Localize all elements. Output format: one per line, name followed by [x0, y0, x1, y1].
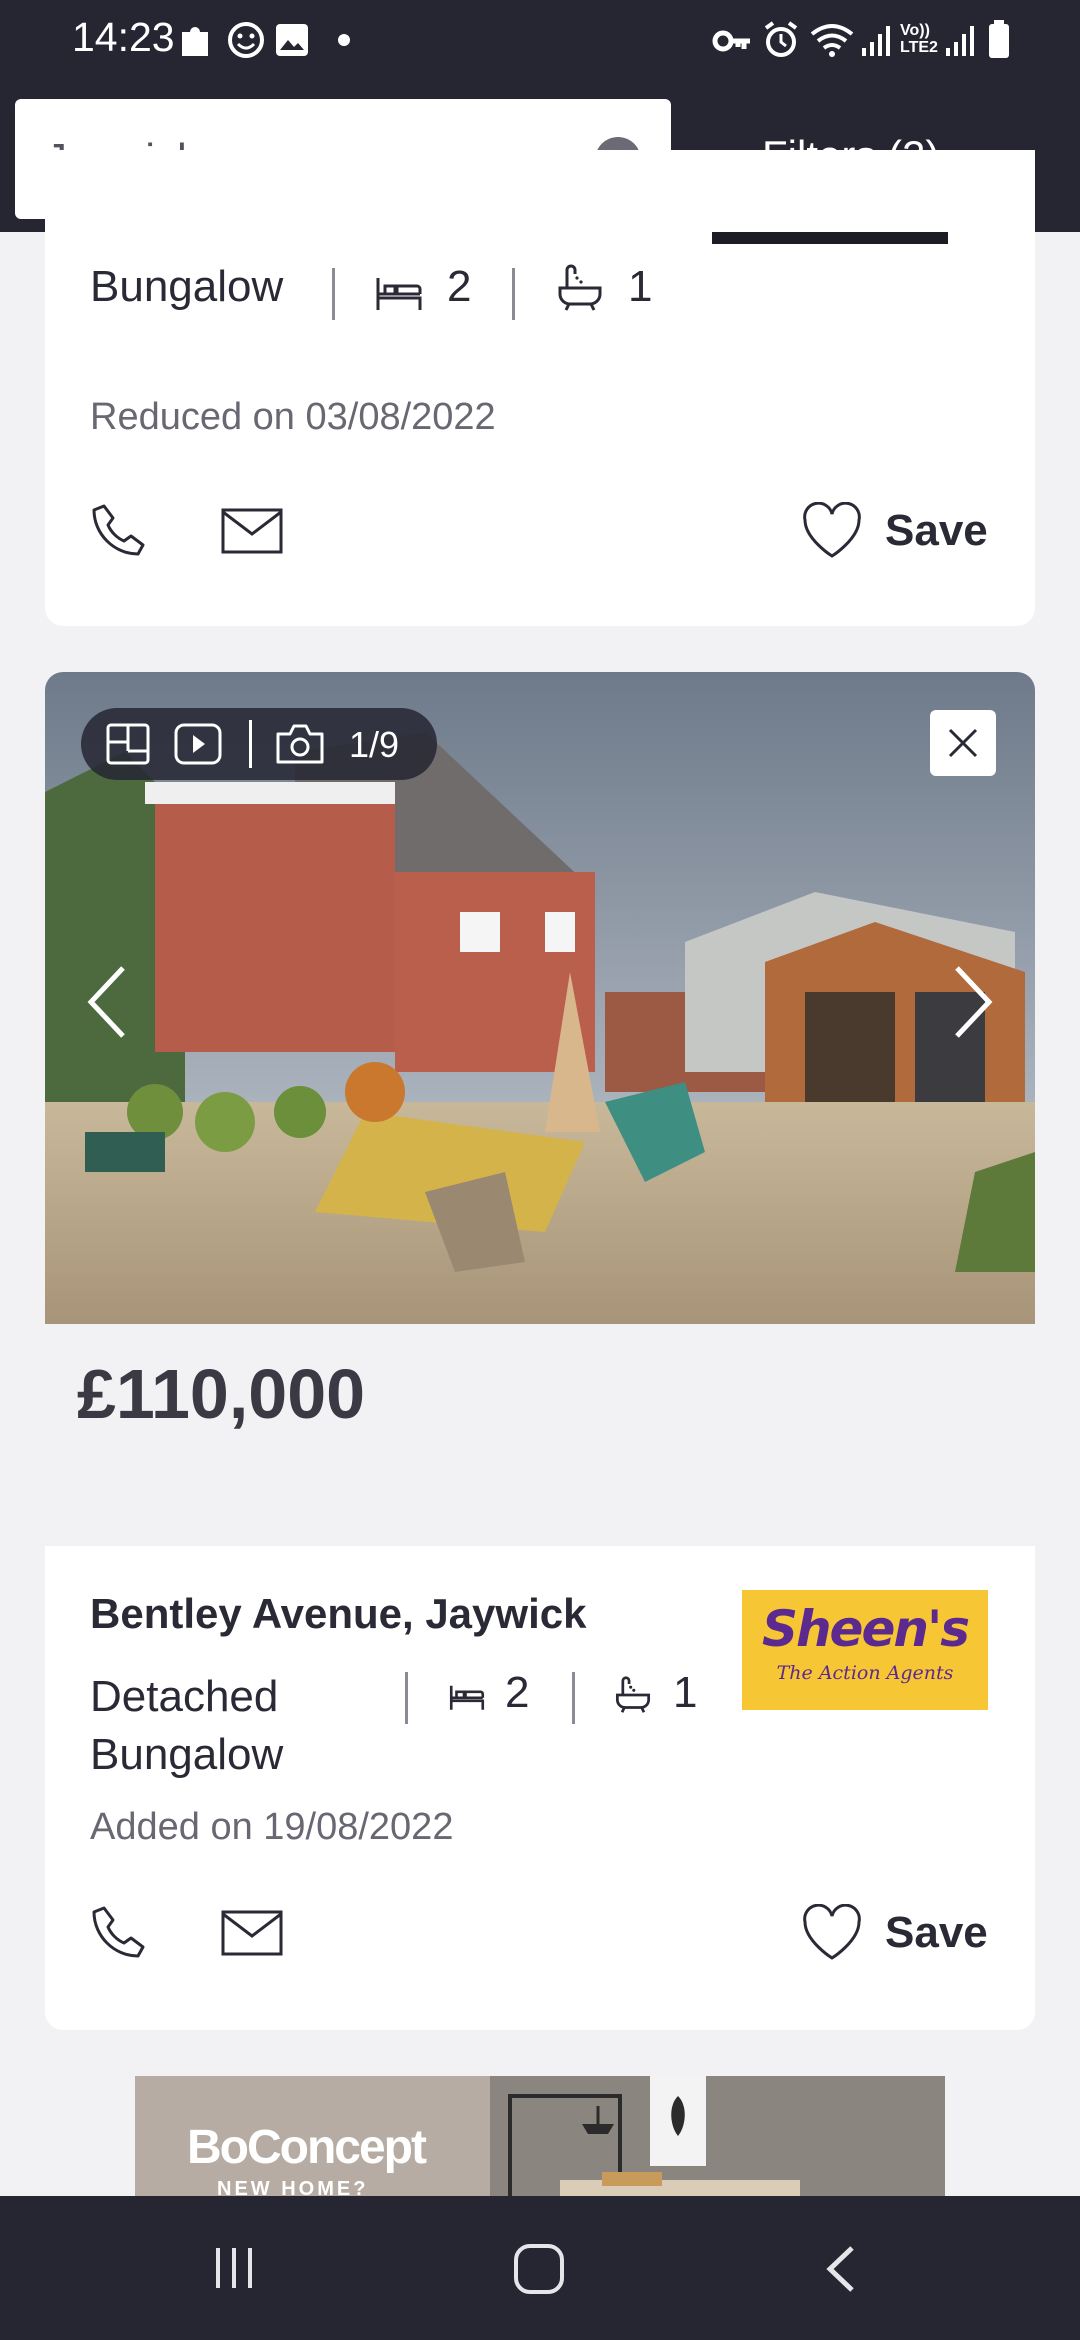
- heart-icon: [801, 502, 863, 560]
- property-type: Bungalow: [90, 262, 284, 311]
- navigation-bar: [0, 2196, 1080, 2340]
- bath-icon: [557, 264, 603, 312]
- bath-count: 1: [673, 1668, 698, 1717]
- alarm-icon: [762, 20, 800, 60]
- media-toolbar: 1/9: [81, 708, 437, 780]
- divider: [249, 720, 252, 768]
- recents-icon[interactable]: [210, 2244, 258, 2292]
- volte-label-bottom: LTE2: [900, 39, 938, 56]
- listing-card[interactable]: 1/9 £110,000 Bentley Avenue, Jaywick She…: [45, 672, 1035, 2030]
- property-type-line: Bungalow: [90, 1730, 284, 1779]
- divider: [572, 1672, 575, 1724]
- save-label: Save: [885, 506, 988, 555]
- key-icon: [712, 26, 752, 56]
- volte-label-top: Vo)): [900, 22, 930, 39]
- floorplan-icon[interactable]: [105, 722, 151, 766]
- advert-banner[interactable]: BoConcept NEW HOME?: [135, 2076, 945, 2196]
- image-icon: [274, 22, 310, 58]
- bath-count: 1: [628, 262, 653, 311]
- status-bar: 14:23 Vo)) LTE2: [0, 0, 1080, 82]
- signal-icon: [860, 22, 892, 58]
- listing-date: Reduced on 03/08/2022: [90, 396, 496, 438]
- status-time: 14:23: [72, 14, 175, 60]
- price-band: £110,000: [45, 1324, 1035, 1546]
- email-icon[interactable]: [221, 1910, 283, 1956]
- divider: [332, 268, 335, 320]
- property-type-line: Detached: [90, 1672, 279, 1721]
- advert-image: [490, 2076, 945, 2196]
- divider: [405, 1672, 408, 1724]
- listing-card[interactable]: Bungalow 2 1 Reduced on 03/08/2022 Save: [45, 150, 1035, 626]
- photo-counter: 1/9: [349, 724, 400, 765]
- advert-tagline: NEW HOME?: [217, 2178, 369, 2196]
- back-icon[interactable]: [824, 2244, 858, 2294]
- agent-logo-partial: [712, 232, 948, 244]
- battery-icon: [988, 20, 1010, 60]
- phone-icon[interactable]: [90, 1904, 148, 1962]
- address-partial: [90, 232, 350, 244]
- agent-tagline: The Action Agents: [776, 1662, 954, 1684]
- agent-logo[interactable]: Sheen's The Action Agents: [742, 1590, 988, 1710]
- address: Bentley Avenue, Jaywick: [90, 1590, 587, 1637]
- close-icon[interactable]: [930, 710, 996, 776]
- bed-icon: [375, 274, 423, 312]
- camera-icon[interactable]: [275, 722, 325, 766]
- property-photo[interactable]: 1/9: [45, 672, 1035, 1324]
- chevron-right-icon[interactable]: [951, 962, 995, 1042]
- price: £110,000: [77, 1355, 366, 1433]
- bed-count: 2: [447, 262, 472, 311]
- agent-name: Sheen's: [761, 1600, 970, 1658]
- advert-brand: BoConcept: [187, 2121, 427, 2174]
- video-icon[interactable]: [173, 722, 223, 766]
- signal-icon: [944, 22, 976, 58]
- property-type: Detached Bungalow: [90, 1668, 283, 1784]
- bath-icon: [615, 1676, 651, 1714]
- save-label: Save: [885, 1908, 988, 1957]
- listing-date: Added on 19/08/2022: [90, 1806, 454, 1848]
- home-icon[interactable]: [512, 2242, 566, 2296]
- heart-icon: [801, 1904, 863, 1962]
- phone-icon[interactable]: [90, 502, 148, 560]
- puzzle-icon: [178, 20, 216, 60]
- dot-icon: [338, 34, 350, 46]
- divider: [512, 268, 515, 320]
- email-icon[interactable]: [221, 508, 283, 554]
- bed-icon: [449, 1682, 485, 1712]
- volte-icon: Vo)) LTE2: [900, 22, 938, 56]
- smiley-icon: [226, 20, 266, 60]
- chevron-left-icon[interactable]: [85, 962, 129, 1042]
- wifi-icon: [808, 20, 856, 60]
- bed-count: 2: [505, 1668, 530, 1717]
